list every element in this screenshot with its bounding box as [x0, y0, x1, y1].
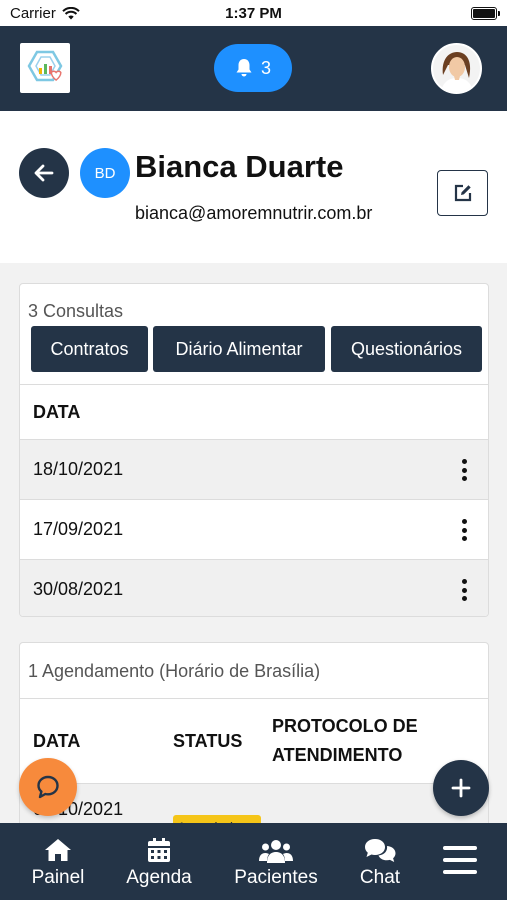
tab-label: Painel: [31, 867, 85, 888]
chat-bubble-icon: [37, 775, 59, 799]
tab-painel[interactable]: Painel: [30, 833, 86, 889]
plus-icon: [451, 778, 471, 798]
bell-icon: [236, 59, 252, 77]
bottom-tab-bar: Painel Agenda Pacientes Chat: [0, 823, 507, 900]
table-header-date: DATA: [20, 384, 488, 439]
tab-pacientes[interactable]: Pacientes: [233, 833, 319, 889]
chat-icon: [365, 839, 396, 862]
avatar-photo-icon: [433, 45, 480, 92]
table-row[interactable]: 30/08/2021: [20, 559, 488, 616]
more-options-icon[interactable]: [460, 579, 468, 601]
notification-count: 3: [260, 57, 271, 78]
consultation-date: 17/09/2021: [33, 519, 124, 539]
calendar-icon: [148, 838, 170, 862]
table-row[interactable]: 17/09/2021: [20, 499, 488, 559]
notifications-button[interactable]: 3: [214, 44, 292, 92]
consultations-card: 3 Consultas Contratos Diário Alimentar Q…: [19, 283, 489, 617]
battery-icon: [471, 6, 500, 20]
appointments-title: 1 Agendamento (Horário de Brasília): [28, 661, 321, 681]
consultation-date: 30/08/2021: [33, 579, 124, 599]
chat-support-button[interactable]: [19, 758, 77, 816]
user-avatar[interactable]: [431, 43, 482, 94]
column-protocol: PROTOCOLO DE ATENDIMENTO: [272, 716, 418, 765]
patient-email: bianca@amoremnutrir.com.br: [135, 203, 373, 223]
carrier-label: Carrier: [10, 4, 56, 22]
more-options-icon[interactable]: [460, 519, 468, 541]
appointments-card: 1 Agendamento (Horário de Brasília) DATA…: [19, 642, 489, 842]
questionnaires-button[interactable]: Questionários: [331, 326, 482, 372]
patient-initials-avatar: BD: [80, 148, 130, 198]
column-status: STATUS: [173, 731, 243, 751]
edit-icon: [454, 184, 471, 202]
wifi-icon: [62, 6, 80, 19]
patient-name: Bianca Duarte: [135, 149, 344, 184]
back-button[interactable]: [19, 148, 69, 198]
consultation-date: 18/10/2021: [33, 459, 124, 479]
tab-label: Pacientes: [234, 867, 318, 888]
contracts-button[interactable]: Contratos: [31, 326, 148, 372]
tab-chat[interactable]: Chat: [358, 833, 402, 889]
arrow-left-icon: [34, 164, 54, 182]
food-diary-button[interactable]: Diário Alimentar: [153, 326, 325, 372]
users-icon: [259, 840, 293, 863]
top-navbar: 3: [0, 26, 507, 111]
app-logo[interactable]: [20, 43, 70, 93]
edit-patient-button[interactable]: [437, 170, 488, 216]
more-options-icon[interactable]: [460, 459, 468, 481]
menu-hamburger-icon[interactable]: [443, 846, 477, 874]
patient-header: BD Bianca Duarte bianca@amoremnutrir.com…: [0, 111, 507, 263]
home-icon: [45, 839, 71, 861]
consultations-count: 3 Consultas: [28, 301, 124, 321]
tab-label: Chat: [359, 867, 401, 888]
column-date: DATA: [33, 731, 81, 751]
add-button[interactable]: [433, 760, 489, 816]
tab-agenda[interactable]: Agenda: [124, 833, 194, 889]
logo-mark-icon: [27, 50, 63, 82]
status-bar: Carrier 1:37 PM: [0, 0, 507, 26]
tab-label: Agenda: [126, 867, 192, 888]
appointments-table-header: DATA STATUS PROTOCOLO DE ATENDIMENTO: [20, 698, 488, 783]
table-row[interactable]: 18/10/2021: [20, 439, 488, 499]
